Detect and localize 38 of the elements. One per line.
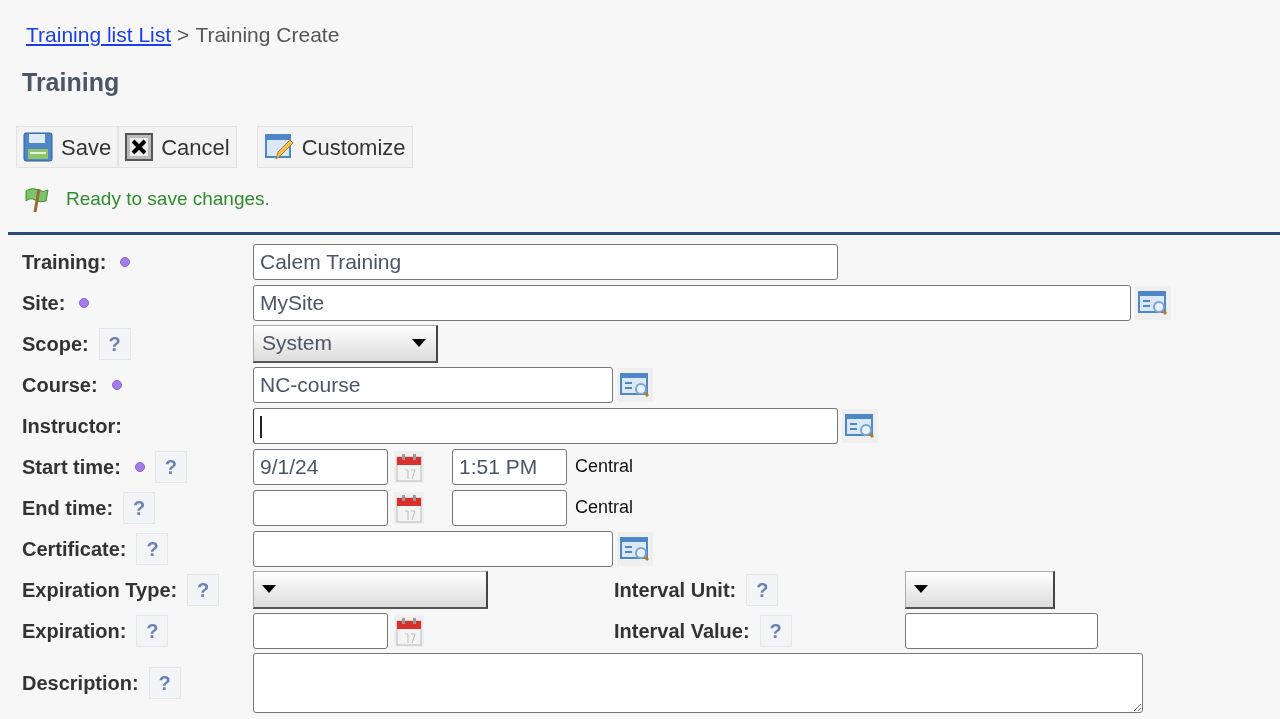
dropdown[interactable]: System — [253, 324, 438, 363]
field-label: Certificate: — [22, 536, 127, 562]
help-button[interactable]: ? — [136, 614, 169, 647]
lookup-field[interactable]: MySite — [253, 284, 1131, 321]
help-button[interactable]: ? — [187, 573, 220, 606]
field-label: Instructor: — [22, 413, 122, 439]
field-label: Site: — [22, 290, 66, 316]
help-button[interactable]: ? — [154, 450, 187, 483]
breadcrumb-current: Training Create — [195, 22, 340, 49]
text-field[interactable]: Calem Training — [253, 243, 838, 280]
field-label: Description: — [22, 671, 139, 696]
field-label: Start time: — [22, 454, 121, 480]
help-button[interactable]: ? — [98, 327, 131, 360]
help-button[interactable]: ? — [759, 614, 792, 647]
breadcrumb-link[interactable]: Training list List — [26, 19, 172, 51]
timezone-label: Central — [575, 455, 634, 478]
help-button[interactable]: ? — [148, 667, 181, 699]
status-message: Ready to save changes. — [66, 186, 270, 211]
help-button[interactable]: ? — [746, 573, 779, 606]
field-label: Scope: — [22, 331, 89, 357]
customize-button[interactable]: Customize — [256, 126, 413, 168]
text-field[interactable]: 9/1/24 — [253, 448, 388, 485]
page-title: Training — [21, 67, 121, 98]
field-label: Expiration: — [22, 618, 127, 644]
field-label: Course: — [22, 372, 98, 398]
save-button[interactable]: Save — [16, 126, 119, 168]
field-label: Interval Value: — [614, 618, 750, 644]
field-label: End time: — [22, 495, 114, 521]
cancel-button[interactable]: Cancel — [118, 126, 237, 168]
field-label: Training: — [22, 249, 107, 275]
timezone-label: Central — [575, 496, 634, 519]
breadcrumb-separator: > — [177, 22, 190, 49]
help-button[interactable]: ? — [136, 532, 169, 565]
field-label: Interval Unit: — [614, 577, 737, 603]
field-label: Expiration Type: — [22, 577, 178, 603]
help-button[interactable]: ? — [123, 491, 156, 524]
lookup-field[interactable]: NC-course — [253, 366, 613, 403]
text-field[interactable]: 1:51 PM — [452, 448, 567, 485]
